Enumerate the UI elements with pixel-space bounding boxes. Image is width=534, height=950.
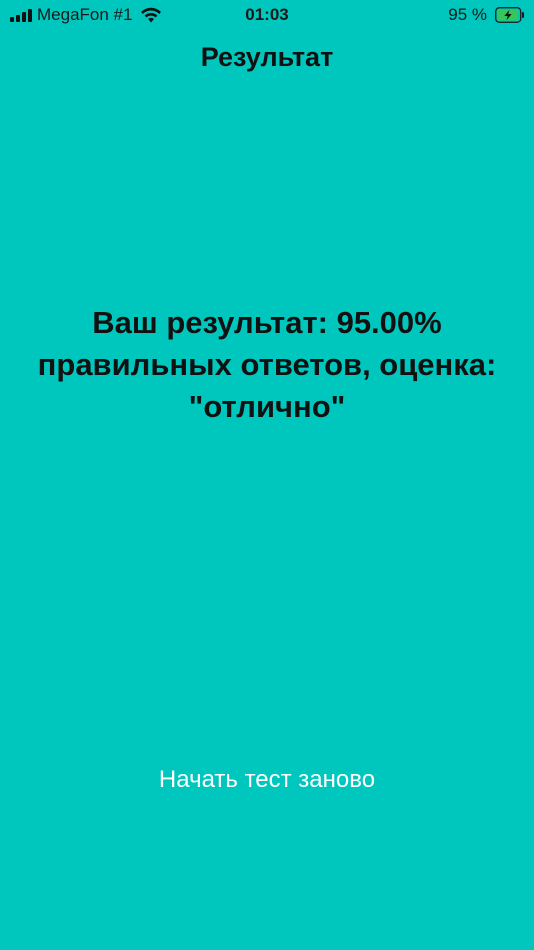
battery-charging-icon [495,7,524,23]
status-bar: MegaFon #1 01:03 95 % [0,0,534,30]
restart-test-button[interactable]: Начать тест заново [117,766,417,794]
status-bar-right: 95 % [448,5,525,25]
result-message: Ваш результат: 95.00% правильных ответов… [37,305,497,424]
page-title: Результат [200,42,334,72]
battery-percent: 95 % [448,5,487,24]
